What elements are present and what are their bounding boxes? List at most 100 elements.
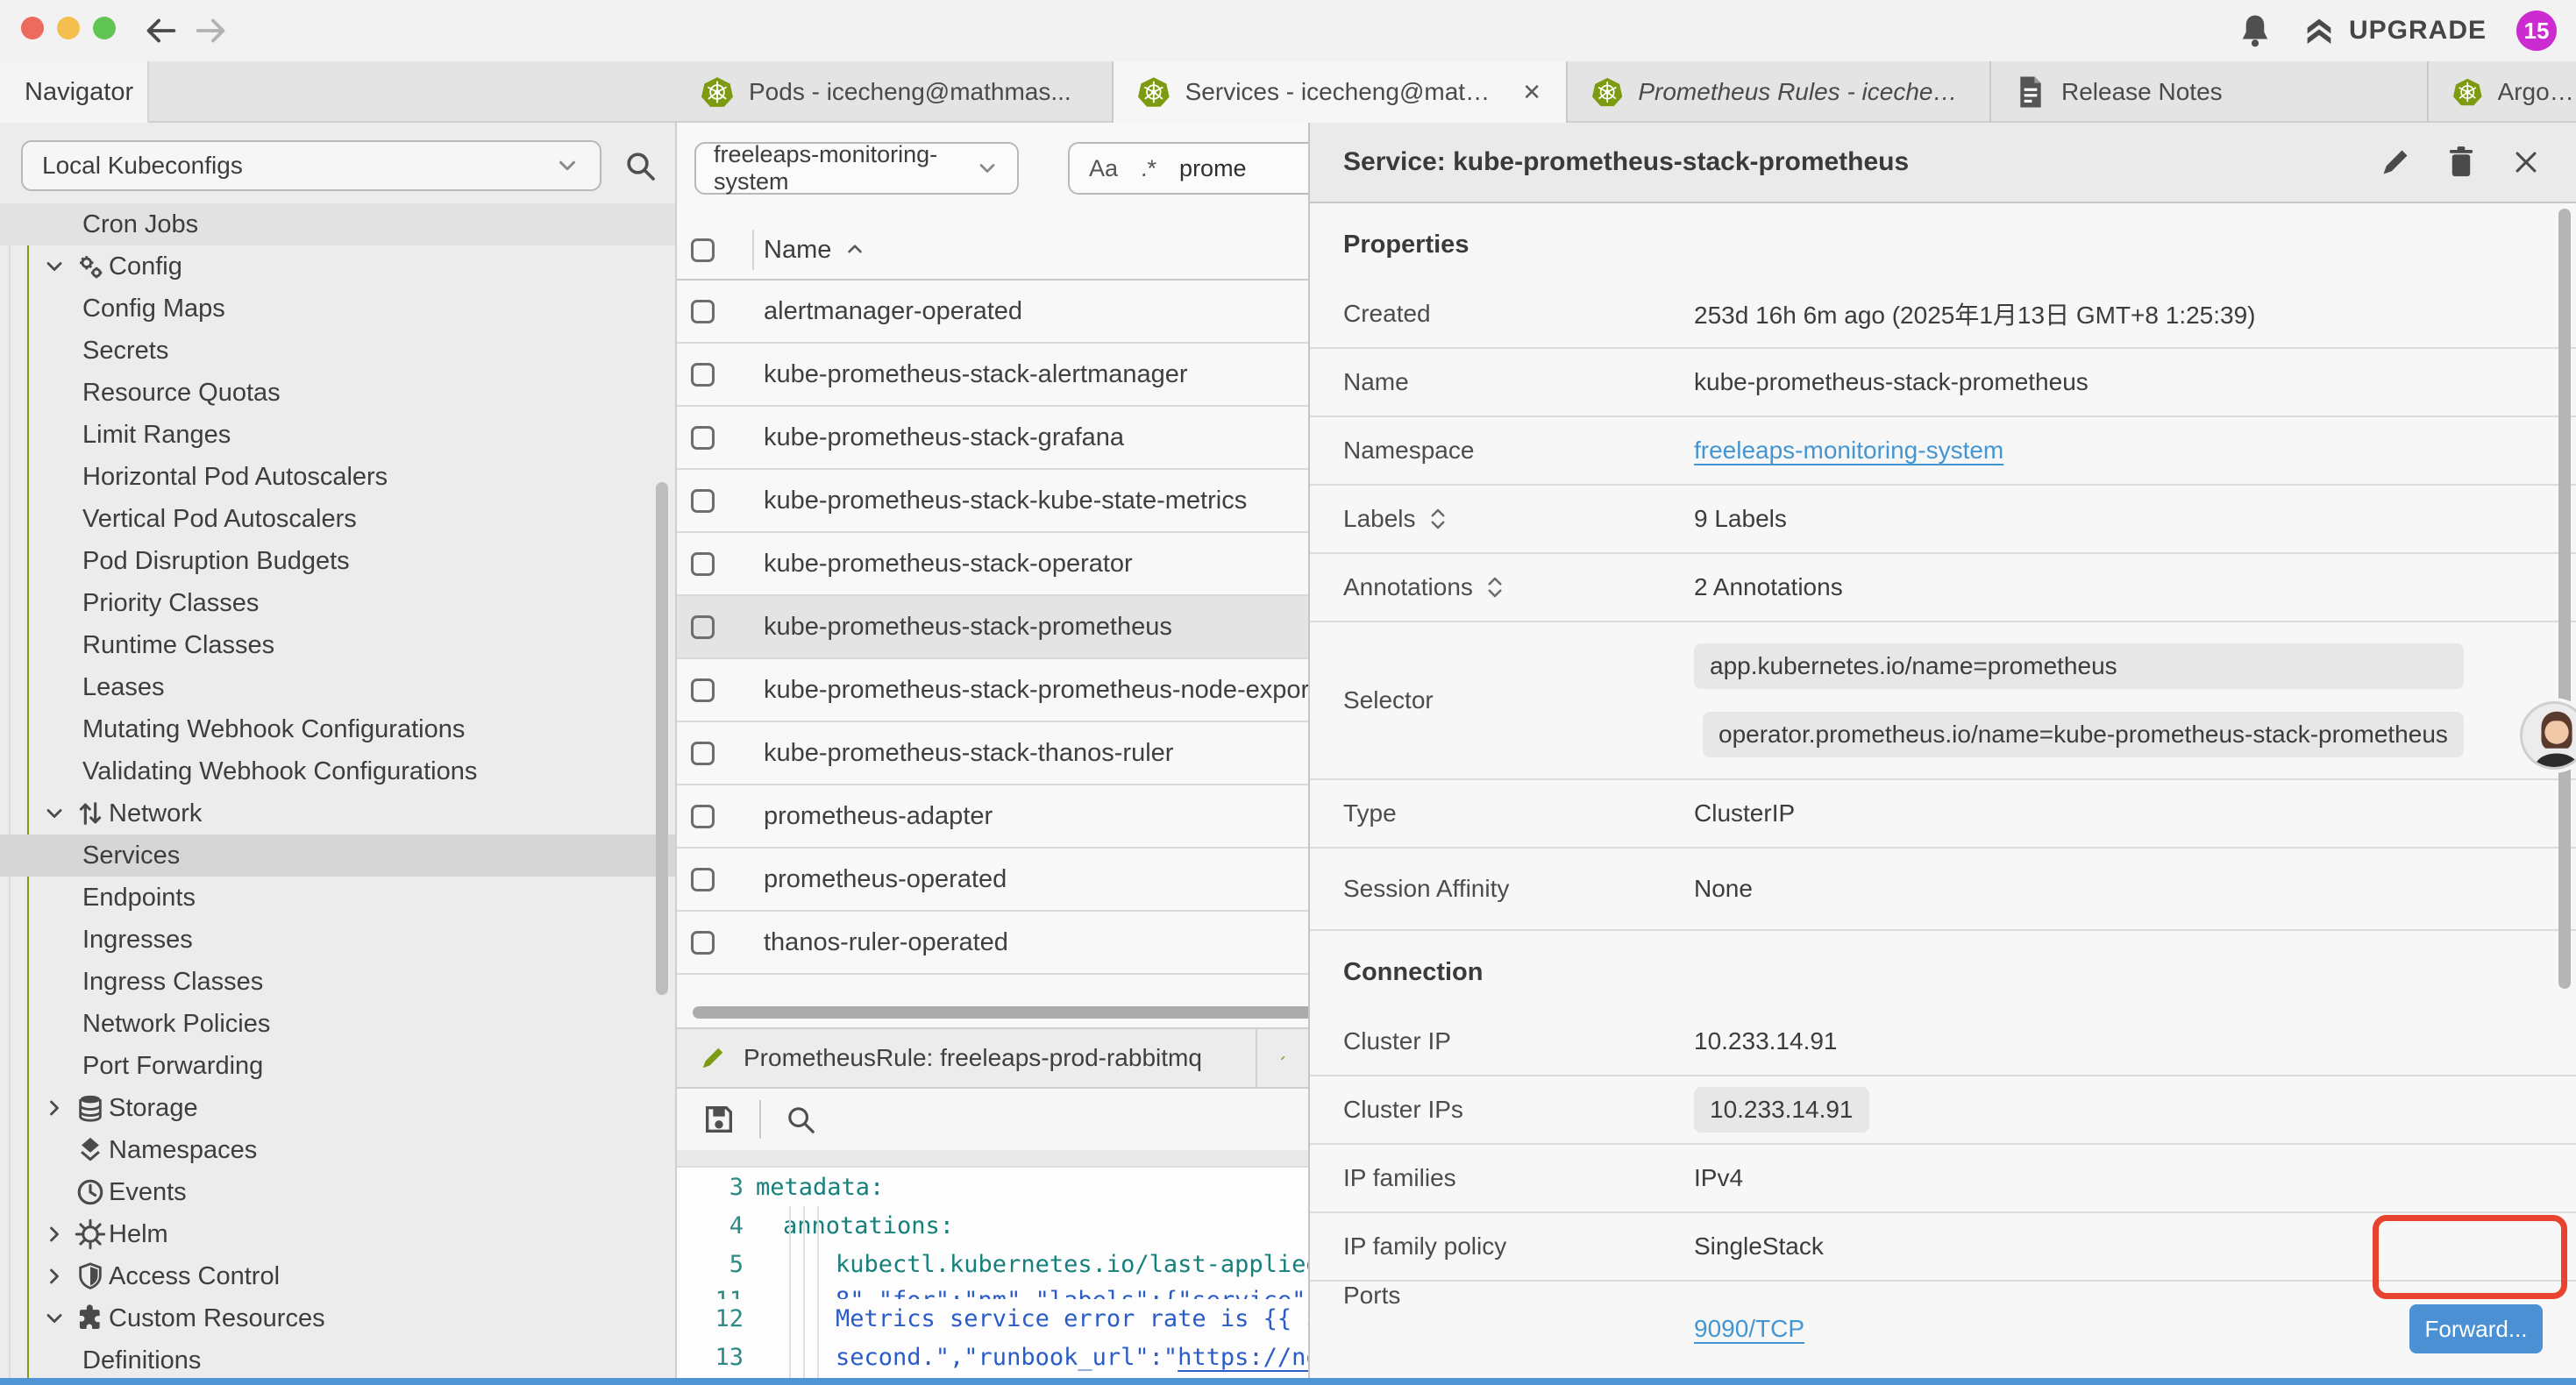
sidebar-item-label: Events (109, 1178, 187, 1207)
sidebar-item-label: Network Policies (82, 1010, 270, 1039)
row-checkbox[interactable] (691, 868, 715, 891)
tab-bar: Navigator Pods - icecheng@mathmas... Ser… (0, 61, 2576, 123)
sidebar-item-label: Config Maps (82, 295, 225, 323)
forward-button[interactable]: Forward... (2409, 1304, 2543, 1353)
bell-icon[interactable] (2238, 12, 2272, 49)
row-checkbox[interactable] (691, 552, 715, 576)
clock-icon (72, 1177, 109, 1207)
navigator-panel-tab[interactable]: Navigator (0, 61, 149, 123)
sidebar-item-namespaces[interactable]: Namespaces (0, 1129, 675, 1171)
chevron-right-icon[interactable] (42, 1096, 72, 1120)
sidebar-item-vertical-pod-autoscalers[interactable]: Vertical Pod Autoscalers (0, 498, 675, 540)
row-checkbox[interactable] (691, 426, 715, 450)
tab-release[interactable]: Release Notes (1991, 61, 2429, 123)
sidebar-item-config[interactable]: Config (0, 245, 675, 288)
notification-count-badge[interactable]: 15 (2516, 11, 2557, 51)
sidebar-item-pod-disruption-budgets[interactable]: Pod Disruption Budgets (0, 540, 675, 582)
save-icon[interactable] (701, 1102, 737, 1137)
row-checkbox[interactable] (691, 300, 715, 323)
row-checkbox[interactable] (691, 805, 715, 828)
sidebar-item-cron-jobs[interactable]: Cron Jobs (0, 203, 675, 245)
sidebar-item-mutating-webhook-configurations[interactable]: Mutating Webhook Configurations (0, 708, 675, 750)
sidebar-item-priority-classes[interactable]: Priority Classes (0, 582, 675, 624)
minimize-window-button[interactable] (57, 17, 80, 39)
sidebar-item-helm[interactable]: Helm (0, 1213, 675, 1255)
helm-wheel-icon (72, 1218, 109, 1250)
namespace-filter-select[interactable]: freeleaps-monitoring-system (694, 142, 1019, 195)
forward-arrow-icon[interactable] (191, 11, 231, 51)
close-window-button[interactable] (21, 17, 44, 39)
maximize-window-button[interactable] (93, 17, 116, 39)
sidebar-item-port-forwarding[interactable]: Port Forwarding (0, 1045, 675, 1087)
tab-pods[interactable]: Pods - icecheng@mathmas... (677, 61, 1114, 123)
editor-tab-prometheusrule[interactable]: PrometheusRule: freeleaps-prod-rabbitmq (677, 1029, 1257, 1087)
upgrade-button[interactable]: UPGRADE (2302, 13, 2487, 48)
sidebar-item-network[interactable]: Network (0, 792, 675, 835)
sidebar-scrollbar[interactable] (656, 482, 668, 995)
back-arrow-icon[interactable] (140, 11, 181, 51)
match-case-toggle[interactable]: Aa (1089, 155, 1118, 182)
row-checkbox[interactable] (691, 742, 715, 765)
sidebar-item-access-control[interactable]: Access Control (0, 1255, 675, 1297)
chevron-right-icon[interactable] (42, 1264, 72, 1289)
sidebar-item-network-policies[interactable]: Network Policies (0, 1003, 675, 1045)
close-tab-icon[interactable]: ✕ (1522, 79, 1541, 106)
row-checkbox[interactable] (691, 931, 715, 955)
sidebar-item-limit-ranges[interactable]: Limit Ranges (0, 414, 675, 456)
select-all-checkbox[interactable] (691, 238, 715, 262)
sidebar-item-runtime-classes[interactable]: Runtime Classes (0, 624, 675, 666)
chevron-down-icon[interactable] (42, 1306, 72, 1331)
editor-search-icon[interactable] (784, 1103, 817, 1136)
sidebar-item-secrets[interactable]: Secrets (0, 330, 675, 372)
chevron-right-icon[interactable] (42, 1222, 72, 1246)
sidebar-item-ingresses[interactable]: Ingresses (0, 919, 675, 961)
chevron-down-icon (42, 1306, 67, 1331)
sidebar-item-label: Ingress Classes (82, 968, 263, 997)
port-row: 9090/TCP Forward... (1694, 1304, 2576, 1353)
sidebar-item-services[interactable]: Services (0, 835, 675, 877)
sort-toggle-icon[interactable] (1485, 574, 1505, 600)
sidebar-item-endpoints[interactable]: Endpoints (0, 877, 675, 919)
editor-tab-partial[interactable] (1257, 1029, 1310, 1087)
sidebar-item-leases[interactable]: Leases (0, 666, 675, 708)
editor-indent-guide (789, 1206, 791, 1378)
sidebar-item-config-maps[interactable]: Config Maps (0, 288, 675, 330)
sort-toggle-icon[interactable] (1428, 506, 1448, 532)
trash-icon[interactable] (2446, 146, 2476, 179)
detail-scrollbar[interactable] (2558, 209, 2571, 989)
detail-key: Annotations (1310, 573, 1694, 601)
line-number: 11 (677, 1283, 744, 1299)
puzzle-icon (72, 1303, 109, 1333)
sidebar-item-horizontal-pod-autoscalers[interactable]: Horizontal Pod Autoscalers (0, 456, 675, 498)
sidebar-item-storage[interactable]: Storage (0, 1087, 675, 1129)
sidebar-item-resource-quotas[interactable]: Resource Quotas (0, 372, 675, 414)
sidebar-item-events[interactable]: Events (0, 1171, 675, 1213)
kubeconfig-selector[interactable]: Local Kubeconfigs (21, 140, 601, 191)
regex-toggle[interactable]: .* (1141, 155, 1156, 182)
detail-key: Name (1310, 368, 1694, 396)
ports-list: 9090/TCPForward...8080:reloader-web/TCPF… (1694, 1282, 2576, 1378)
row-checkbox[interactable] (691, 489, 715, 513)
name-column-header[interactable]: Name (764, 236, 831, 265)
row-checkbox[interactable] (691, 678, 715, 702)
sidebar-item-validating-webhook-configurations[interactable]: Validating Webhook Configurations (0, 750, 675, 792)
tab-services[interactable]: Services - icecheng@math...✕ (1114, 61, 1568, 123)
namespace-link[interactable]: freeleaps-monitoring-system (1694, 437, 2003, 465)
chevron-down-icon[interactable] (42, 801, 72, 826)
sidebar-item-label: Endpoints (82, 884, 196, 913)
line-number: 4 (677, 1212, 744, 1239)
edit-pencil-icon[interactable] (2380, 146, 2411, 178)
row-checkbox[interactable] (691, 615, 715, 639)
chevron-down-icon[interactable] (42, 254, 72, 279)
detail-key: IP families (1310, 1164, 1694, 1192)
tab-argo[interactable]: Argo Se (2429, 61, 2576, 123)
row-checkbox[interactable] (691, 363, 715, 387)
port-link[interactable]: 9090/TCP (1694, 1315, 1804, 1343)
sidebar-item-ingress-classes[interactable]: Ingress Classes (0, 961, 675, 1003)
search-icon[interactable] (623, 148, 658, 183)
close-icon[interactable] (2511, 147, 2541, 177)
service-name-cell: thanos-ruler-operated (764, 928, 1008, 957)
tab-prometheus[interactable]: Prometheus Rules - icecheng... (1568, 61, 1991, 123)
sidebar-item-custom-resources[interactable]: Custom Resources (0, 1297, 675, 1339)
sidebar-item-definitions[interactable]: Definitions (0, 1339, 675, 1378)
